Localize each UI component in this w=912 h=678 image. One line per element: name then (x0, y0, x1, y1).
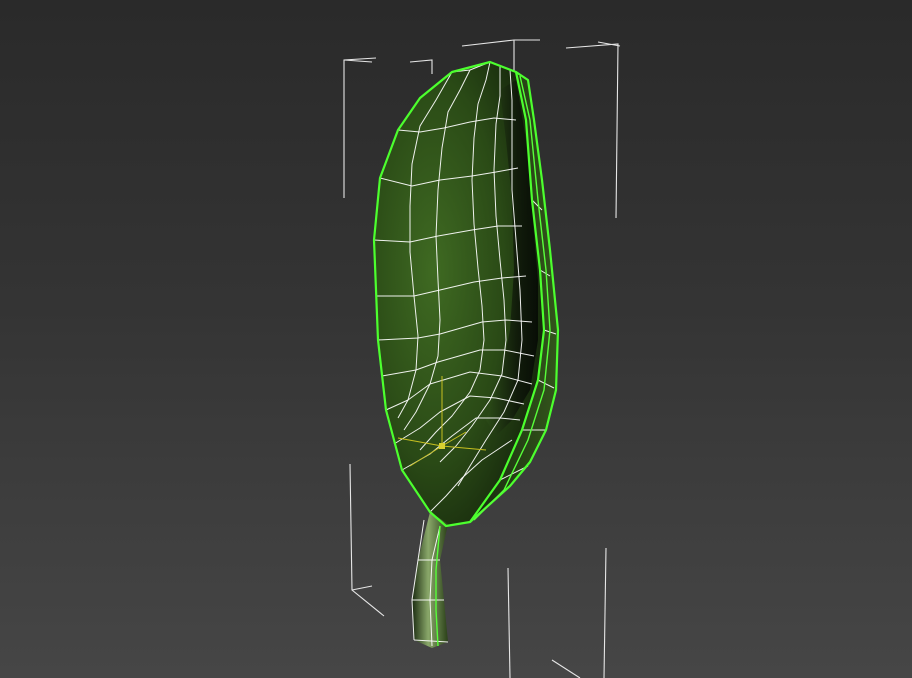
leaf-mesh[interactable] (372, 60, 560, 648)
viewport-scene[interactable] (0, 0, 912, 678)
leaf-stem (412, 512, 448, 648)
pivot-point-icon (439, 443, 445, 449)
3d-viewport[interactable] (0, 0, 912, 678)
